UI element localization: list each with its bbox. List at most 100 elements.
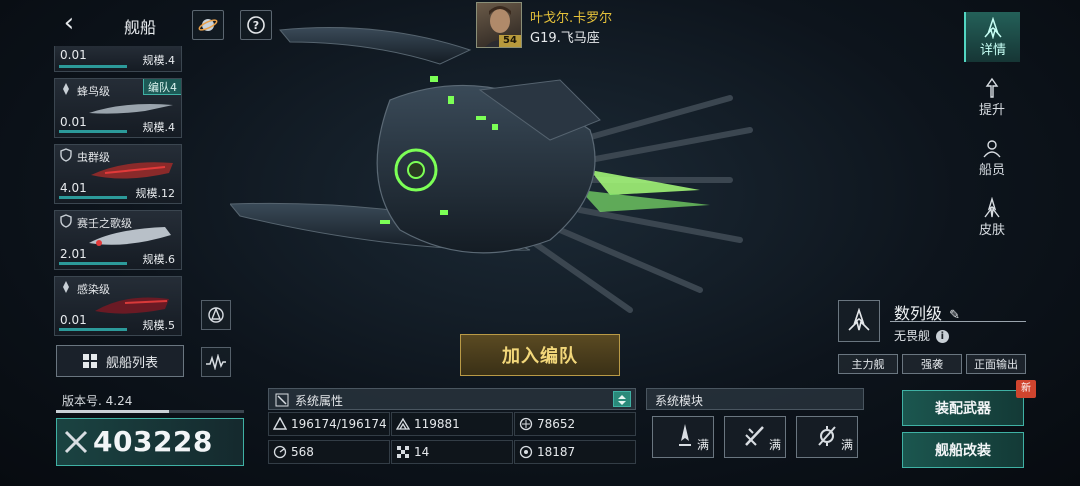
- ship-card-scale: 规模.5: [142, 319, 176, 332]
- system-modules-title: 系统模块: [655, 394, 704, 408]
- tab-label: 船员: [978, 163, 1005, 178]
- ship-card-scale: 规模.4: [142, 54, 176, 67]
- tab-details[interactable]: 详情: [964, 12, 1020, 62]
- ship-card-4[interactable]: 感染级 0.01 规模.5: [54, 276, 182, 336]
- tag-front-output: 正面输出: [966, 354, 1026, 374]
- attr-speed: 568: [268, 440, 390, 464]
- details-icon: [984, 17, 1002, 39]
- tab-crew[interactable]: 船员: [964, 132, 1020, 182]
- attr-value: 196174/196174: [291, 417, 387, 431]
- ship-card-bar: [59, 262, 127, 265]
- version-label: 版本号. 4.24: [62, 394, 133, 408]
- page-title: 舰船: [124, 18, 157, 37]
- system-attributes-panel: 系统属性 196174/196174 119881 78652 568 14 1…: [268, 388, 636, 466]
- speed-icon: [273, 445, 287, 459]
- tag-assault: 强袭: [902, 354, 962, 374]
- formation-button[interactable]: [201, 300, 231, 330]
- ship-thumbnail: [89, 227, 171, 246]
- ship-type-text: 无畏舰: [894, 329, 931, 343]
- fleet-class-icon: [63, 83, 69, 95]
- ship-class-emblem-icon: [848, 308, 870, 331]
- chevron-left-icon: ‹: [63, 8, 75, 38]
- ship-card-value: 0.01: [60, 48, 87, 62]
- shield-icon: [273, 417, 287, 430]
- ship-card-scale: 规模.12: [135, 187, 176, 200]
- tab-upgrade[interactable]: 提升: [964, 72, 1020, 122]
- attr-value: 14: [414, 445, 430, 459]
- module-slot-2[interactable]: 满: [724, 416, 786, 458]
- join-formation-button[interactable]: 加入编队: [460, 334, 620, 376]
- attr-value: 568: [291, 445, 314, 459]
- wave-button[interactable]: [201, 347, 231, 377]
- module-status: 满: [840, 438, 853, 452]
- attr-value: 78652: [537, 417, 576, 431]
- attr-shield: 196174/196174: [268, 412, 390, 436]
- planet-button[interactable]: [192, 10, 224, 40]
- ship-modify-button[interactable]: 舰船改装: [902, 432, 1024, 468]
- power-value: 403228: [93, 425, 213, 458]
- crossed-swords-icon: [64, 430, 88, 454]
- ship-card-bar: [59, 196, 127, 199]
- attr-value: 18187: [537, 445, 576, 459]
- combat-power: 403228: [56, 418, 244, 466]
- shield-class-icon: [60, 148, 72, 162]
- help-button[interactable]: ?: [240, 10, 272, 40]
- ship-type: 无畏舰 i: [894, 327, 949, 344]
- ship-card-value: 4.01: [60, 181, 87, 195]
- fleet-list-button[interactable]: 舰船列表: [56, 345, 184, 377]
- ship-class-divider: [890, 321, 1026, 322]
- armor-icon: [396, 417, 410, 430]
- commander-level: 54: [499, 35, 521, 47]
- ship-thumbnail: [95, 297, 169, 314]
- attr-value: 119881: [414, 417, 460, 431]
- module-status: 满: [696, 438, 709, 452]
- ship-card-3[interactable]: 赛壬之歌级 2.01 规模.6: [54, 210, 182, 270]
- ship-card-0[interactable]: 0.01 规模.4: [54, 46, 182, 72]
- ship-card-value: 2.01: [60, 247, 87, 261]
- system-attributes-title: 系统属性: [295, 394, 344, 408]
- attributes-icon: [275, 393, 289, 407]
- formation-icon: [208, 307, 224, 323]
- ship-thumbnail: [89, 104, 173, 114]
- version-progress: [56, 410, 244, 413]
- wave-icon: [206, 354, 226, 370]
- ship-card-2[interactable]: 虫群级 4.01 规模.12: [54, 144, 182, 204]
- back-button[interactable]: ‹: [56, 10, 82, 38]
- shield-class-icon: [60, 214, 72, 228]
- skin-icon: [984, 197, 1000, 218]
- new-badge: 新: [1016, 380, 1036, 398]
- tab-label: 皮肤: [978, 223, 1005, 238]
- tag-capital-ship: 主力舰: [838, 354, 898, 374]
- system-attributes-header: 系统属性: [268, 388, 636, 410]
- module-missile-icon: [745, 426, 764, 446]
- attr-armor: 119881: [391, 412, 513, 436]
- system-modules-panel: 系统模块 满 满 满: [646, 388, 864, 466]
- svg-text:?: ?: [253, 19, 259, 32]
- equip-weapons-button[interactable]: 装配武器: [902, 390, 1024, 426]
- ship-card-bar: [59, 328, 127, 331]
- target-icon: [519, 445, 533, 459]
- module-slot-1[interactable]: 满: [652, 416, 714, 458]
- tab-skin[interactable]: 皮肤: [964, 192, 1020, 242]
- flag-icon: [397, 446, 409, 458]
- module-slot-3[interactable]: 满: [796, 416, 858, 458]
- ship-artwork: [230, 27, 753, 313]
- ship-thumbnail: [91, 162, 173, 179]
- expand-toggle[interactable]: [613, 391, 631, 407]
- commander-name[interactable]: 叶戈尔.卡罗尔: [530, 7, 612, 26]
- crew-icon: [983, 140, 1001, 158]
- upgrade-icon: [985, 77, 999, 98]
- module-gear-icon: [818, 426, 836, 446]
- sort-toggle-icon: [618, 395, 626, 405]
- ship-card-1[interactable]: 蜂鸟级 编队4 0.01 规模.4: [54, 78, 182, 138]
- attr-target: 18187: [514, 440, 636, 464]
- ship-card-value: 0.01: [60, 115, 87, 129]
- question-icon: ?: [247, 16, 265, 34]
- ship-emblem: [838, 300, 880, 342]
- commander-avatar[interactable]: 54: [476, 2, 522, 48]
- planet-icon: [198, 19, 218, 31]
- info-icon[interactable]: i: [935, 330, 949, 343]
- fleet-class-icon: [63, 281, 69, 293]
- tab-label: 提升: [978, 103, 1005, 118]
- ship-card-scale: 规模.4: [142, 121, 176, 134]
